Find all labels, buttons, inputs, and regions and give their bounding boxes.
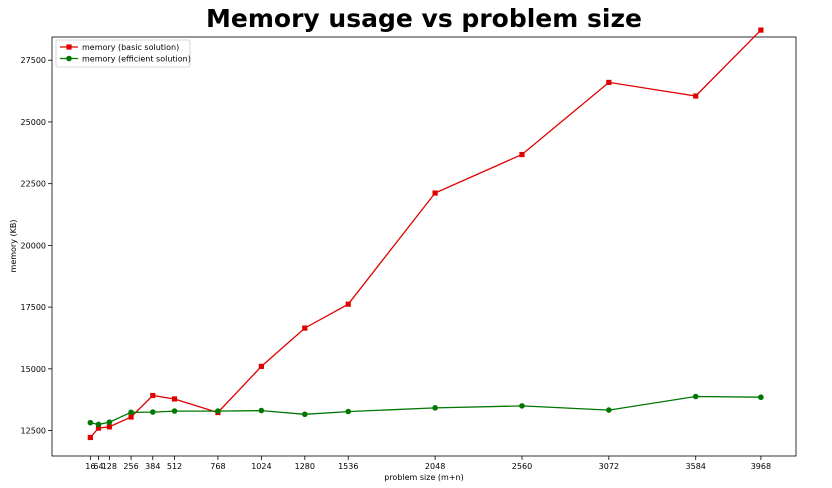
data-point [606,407,612,413]
data-point [758,27,764,33]
legend-label: memory (basic solution) [82,43,179,52]
data-point [171,396,178,402]
legend-marker [66,55,72,62]
data-point [150,392,156,399]
y-tick-label: 15000 [21,365,46,374]
data-point [87,419,94,426]
legend-label: memory (efficient solution) [82,55,191,64]
series-line-0 [89,29,762,438]
line-chart: 1664128 256 384 512 768 1024 1280 1536 2048 2560 3… [9,27,797,482]
series-line-1 [90,395,761,426]
x-tick-label: 128 [102,462,117,471]
data-point [149,409,156,415]
y-tick-label: 25000 [21,118,46,127]
data-point [345,301,351,307]
data-point [432,405,438,411]
data-point [519,403,525,409]
data-point [128,409,134,416]
data-point [87,434,93,441]
x-tick-label: 1536 [338,462,358,471]
data-point [106,424,112,430]
data-point [519,151,525,158]
data-point [606,79,612,86]
y-axis: 12500 15000 17500 20000 22500 25000 27500 [21,56,52,436]
y-tick-label: 27500 [21,56,46,65]
data-point [258,363,264,369]
data-point [106,419,113,425]
x-tick-label: 2048 [425,462,445,471]
x-tick-label: 3584 [686,462,706,471]
y-tick-label: 20000 [21,241,46,250]
data-point [215,408,221,414]
data-point [258,407,265,414]
legend-marker [66,44,72,50]
x-tick-label: 1024 [251,462,271,471]
y-tick-label: 22500 [21,180,46,189]
x-tick-label: 256 [123,462,138,471]
data-point [171,408,178,414]
x-tick-label: 384 [145,462,160,471]
x-tick-label: 3968 [751,462,771,471]
x-tick-label: 2560 [512,462,532,471]
y-tick-label: 12500 [21,427,46,436]
data-point [758,394,764,401]
x-tick-label: 512 [167,462,182,471]
x-axis: 1664128 256 384 512 768 1024 1280 1536 2048 2560 3… [85,456,771,471]
x-tick-label: 768 [210,462,225,471]
x-tick-label: 3072 [599,462,619,471]
y-tick-label: 17500 [21,303,46,312]
x-axis-label: problem size (m+n) [384,473,464,482]
series-layer [87,27,764,441]
y-axis-label: memory (KB) [9,220,18,273]
data-point [302,325,308,331]
data-point [345,408,352,415]
legend: memory (basic solution) memory (efficient… [55,39,191,68]
data-point [692,393,699,400]
data-point [95,421,102,428]
plot-area-frame [51,36,797,457]
x-tick-label: 1280 [295,462,315,471]
data-point [693,93,699,99]
data-point [302,411,308,418]
data-point [432,190,438,196]
data-point [128,414,134,420]
